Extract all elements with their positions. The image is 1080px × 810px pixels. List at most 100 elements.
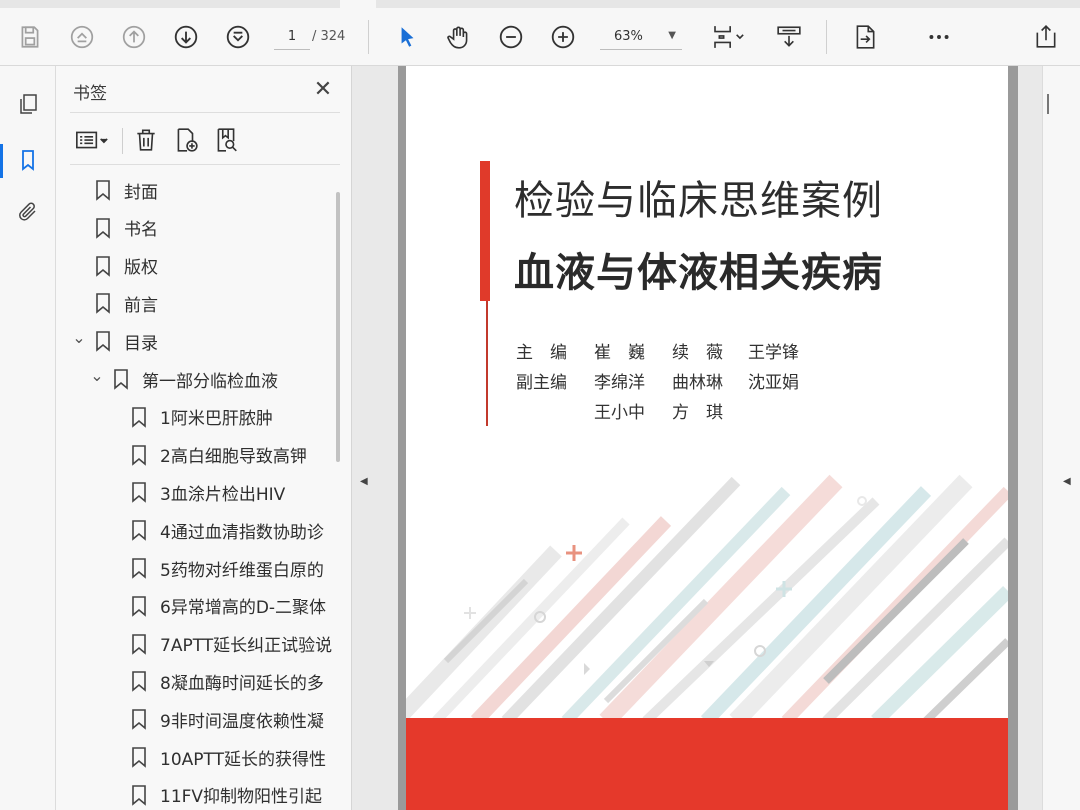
bookmark-item[interactable]: ⌄ 第一部分临检血液 [88, 361, 336, 397]
active-indicator [0, 144, 3, 178]
tab-strip [376, 0, 1080, 8]
bookmark-icon [132, 482, 146, 504]
bookmark-item[interactable]: 10APTT延长的获得性 [106, 739, 336, 775]
hand-tool-icon[interactable] [444, 22, 474, 52]
divider [70, 112, 340, 113]
bookmark-label: 版权 [124, 258, 158, 279]
bookmark-label: 书名 [124, 220, 158, 241]
scroll-handle[interactable] [1047, 94, 1049, 114]
page-down-icon[interactable] [223, 22, 253, 52]
chevron-down-icon[interactable]: ⌄ [88, 366, 106, 385]
book-title: 血液与体液相关疾病 [514, 250, 883, 296]
bookmark-icon [132, 709, 146, 730]
bookmark-icon [96, 217, 110, 239]
bookmark-label: 前言 [124, 295, 158, 316]
bookmark-list: 封面 书名 版权 前言 ⌄ 目录 ⌄ 第一部分临检血液 1阿米巴肝脓肿 2高白细胞导致高钾 3血涂片… [56, 172, 336, 810]
bookmark-item[interactable]: 3血涂片检出HIV [106, 474, 336, 510]
chevron-down-icon[interactable]: ⌄ [70, 328, 88, 347]
bookmark-label: 第一部分临检血液 [142, 371, 278, 392]
pdf-page: 检验与临床思维案例 血液与体液相关疾病 主 编 崔 巍 续 薇 王学锋 副主编 … [406, 66, 1008, 810]
cover-red-band [406, 718, 1008, 810]
bookmark-item[interactable]: 封面 [70, 172, 336, 208]
select-tool-icon[interactable] [392, 22, 422, 52]
bookmark-label: 1阿米巴肝脓肿 [160, 409, 273, 430]
bookmark-label: 7APTT延长纠正试验说 [160, 636, 333, 657]
credit-name: 续 薇 [672, 343, 723, 363]
zoom-value: 63% [614, 29, 643, 44]
collapse-panel-icon[interactable]: ◀ [360, 476, 368, 487]
page-number-input[interactable] [274, 24, 310, 50]
bookmark-item[interactable]: 9非时间温度依赖性凝 [106, 701, 336, 737]
bookmark-item[interactable]: 8凝血酶时间延长的多 [106, 663, 336, 699]
page-up-icon[interactable] [67, 22, 97, 52]
accent-line [486, 301, 488, 426]
bookmark-item[interactable]: 4通过血清指数协助诊 [106, 512, 336, 548]
share-icon[interactable] [1031, 22, 1061, 52]
cover-artwork [406, 474, 1008, 721]
bookmark-icon [96, 180, 110, 201]
credit-name: 李绵洋 [594, 373, 645, 393]
bookmark-item[interactable]: 书名 [70, 210, 336, 246]
bookmark-icon [132, 520, 146, 541]
credit-name: 王小中 [594, 403, 645, 423]
bookmark-label: 4通过血清指数协助诊 [160, 522, 324, 543]
bookmark-icon [96, 255, 110, 277]
credit-role: 副主编 [516, 373, 567, 393]
zoom-in-icon[interactable] [548, 22, 578, 52]
bookmarks-icon[interactable] [12, 144, 44, 176]
expand-panel-icon[interactable]: ◀ [1063, 476, 1071, 487]
bookmark-icon [132, 784, 146, 806]
scroll-mode-icon[interactable] [774, 22, 804, 52]
bookmark-icon [132, 633, 146, 655]
options-menu-icon[interactable] [70, 124, 114, 156]
close-icon[interactable]: ✕ [310, 76, 336, 102]
bookmark-icon [132, 558, 146, 579]
more-icon[interactable] [924, 22, 954, 52]
bookmark-icon [96, 331, 110, 352]
bookmark-item[interactable]: 2高白细胞导致高钾 [106, 437, 336, 473]
book-series-title: 检验与临床思维案例 [514, 178, 883, 224]
page-fit-icon[interactable] [706, 22, 750, 52]
bookmark-label: 3血涂片检出HIV [160, 484, 286, 505]
extract-page-icon[interactable] [850, 22, 880, 52]
bookmark-icon [132, 747, 146, 768]
page-edge [398, 66, 406, 810]
page-edge [1008, 66, 1018, 810]
credit-name: 沈亚娟 [748, 373, 799, 393]
bookmark-label: 11FV抑制物阳性引起 [160, 787, 323, 808]
pages-icon[interactable] [12, 88, 44, 120]
bookmark-label: 10APTT延长的获得性 [160, 749, 326, 770]
bookmark-item[interactable]: 版权 [70, 248, 336, 284]
delete-icon[interactable] [130, 124, 162, 156]
arrow-up-icon[interactable] [119, 22, 149, 52]
credit-name: 王学锋 [748, 343, 799, 363]
bookmark-icon [132, 444, 146, 466]
credit-role: 主 编 [516, 343, 567, 363]
top-toolbar: / 324 63% ▼ [0, 0, 1080, 66]
bookmark-item[interactable]: ⌄ 目录 [70, 323, 336, 359]
save-icon[interactable] [15, 22, 45, 52]
bookmark-toolbar [70, 118, 340, 164]
page-total: / 324 [312, 29, 346, 44]
find-bookmark-icon[interactable] [210, 124, 242, 156]
credit-name: 崔 巍 [594, 343, 645, 363]
attachments-icon[interactable] [12, 196, 44, 228]
toolbar-divider [826, 20, 827, 54]
scrollbar[interactable] [336, 192, 340, 462]
left-navigation-rail [0, 66, 56, 810]
toolbar-divider [368, 20, 369, 54]
chevron-down-icon: ▼ [668, 30, 676, 41]
bookmark-icon [96, 293, 110, 315]
bookmarks-panel: 书签 ✕ 封面 书名 版权 前言 ⌄ 目录 ⌄ 第一部分临检血液 1阿米巴肝脓肿 2高白细胞导致高… [56, 66, 352, 810]
accent-bar [480, 161, 490, 301]
bookmark-item[interactable]: 1阿米巴肝脓肿 [106, 399, 336, 435]
bookmark-item[interactable]: 7APTT延长纠正试验说 [106, 626, 336, 662]
zoom-select[interactable]: 63% ▼ [600, 24, 682, 50]
bookmark-item[interactable]: 6异常增高的D-二聚体 [106, 588, 336, 624]
new-bookmark-icon[interactable] [170, 124, 202, 156]
zoom-out-icon[interactable] [496, 22, 526, 52]
bookmark-item[interactable]: 11FV抑制物阳性引起 [106, 777, 336, 810]
bookmark-item[interactable]: 5药物对纤维蛋白原的 [106, 550, 336, 586]
arrow-down-icon[interactable] [171, 22, 201, 52]
bookmark-item[interactable]: 前言 [70, 285, 336, 321]
